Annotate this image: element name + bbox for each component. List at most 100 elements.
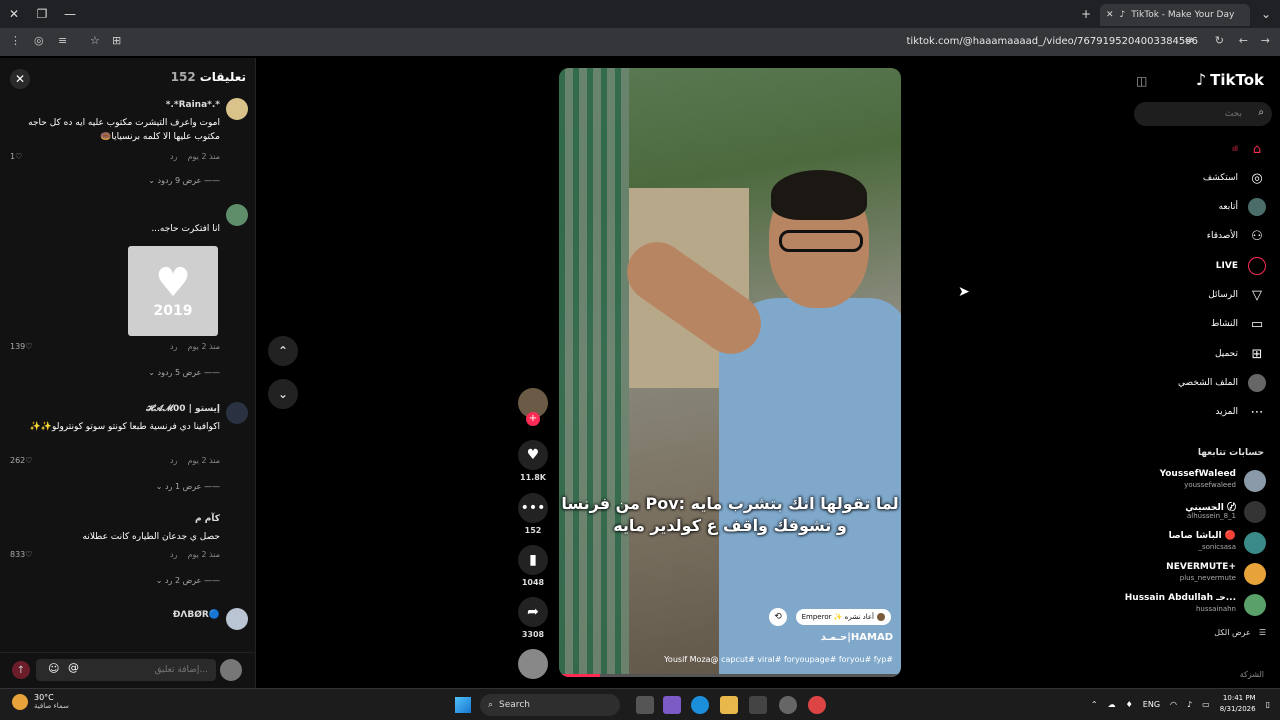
chrome-browser-icon[interactable] xyxy=(808,696,826,714)
video-player[interactable]: لما تقولها انك بتشرب مايه :Pov من فرنسا … xyxy=(559,68,901,677)
url-field[interactable]: tiktok.com/@haaamaaaad_/video/7679195204… xyxy=(907,36,1198,47)
comment-icon[interactable]: ••• xyxy=(518,493,548,523)
volume-icon[interactable]: ♪ xyxy=(1187,700,1192,709)
emoji-icon[interactable]: ☺ xyxy=(48,662,59,675)
comment-like-button[interactable]: 139♡ xyxy=(10,342,32,351)
bookmark-icon[interactable]: ▮ xyxy=(518,545,548,575)
taskbar-search[interactable]: ⌕ Search xyxy=(480,694,620,716)
comment-author[interactable]: إيستو | 𝓗𝓐𝓜00 xyxy=(146,404,220,414)
bookmark-star-icon[interactable]: ☆ xyxy=(90,34,100,47)
translate-icon[interactable]: ⊞ xyxy=(112,34,121,47)
nav-upload[interactable]: تحميل ⊞ xyxy=(1136,343,1266,365)
notifications-icon[interactable]: ▯ xyxy=(1266,700,1270,709)
browser-tab[interactable]: ✕ ♪ TikTok - Make Your Day xyxy=(1100,4,1250,26)
nav-friends[interactable]: الأصدقاء ⚇ xyxy=(1136,225,1266,247)
following-account-item[interactable]: NEVERMUTE+ plus_nevermute xyxy=(1126,561,1266,587)
clock[interactable]: 10:41 PM 8/31/2026 xyxy=(1220,693,1256,715)
collapse-sidebar-icon[interactable]: ◫ xyxy=(1136,74,1147,88)
avatar[interactable] xyxy=(226,204,248,226)
mention-icon[interactable]: @ xyxy=(68,661,79,674)
nav-explore[interactable]: استكشف ◎ xyxy=(1136,167,1266,189)
repost-badge[interactable]: Emperor ✨ أعاد نشره xyxy=(795,609,891,625)
company-link[interactable]: الشركة xyxy=(1240,670,1264,679)
nav-following[interactable]: أتابعه xyxy=(1136,196,1266,218)
close-comments-button[interactable]: ✕ xyxy=(10,69,30,89)
nav-live[interactable]: LIVE xyxy=(1136,255,1266,277)
close-window-icon[interactable]: ✕ xyxy=(0,0,28,28)
new-tab-icon[interactable]: + xyxy=(1072,0,1100,28)
comment-author[interactable]: كآم م xyxy=(195,514,220,524)
task-view-icon[interactable] xyxy=(636,696,654,714)
view-replies-button[interactable]: —— عرض 1 رد ⌄ xyxy=(156,482,220,491)
comment-input[interactable] xyxy=(36,659,216,681)
video-progress-bar[interactable] xyxy=(559,674,901,677)
avatar[interactable] xyxy=(226,98,248,120)
send-comment-button[interactable]: ↑ xyxy=(12,661,30,679)
music-disc-icon[interactable] xyxy=(518,649,548,679)
show-all-button[interactable]: عرض الكل ☰ xyxy=(1214,628,1266,637)
follow-plus-icon[interactable]: + xyxy=(526,412,540,426)
comment-author[interactable]: *.*Raina*.* xyxy=(166,100,220,110)
nav-profile[interactable]: الملف الشخصي xyxy=(1136,372,1266,394)
following-account-item[interactable]: Hussain Abdullah حـ... hussainahn xyxy=(1125,592,1266,618)
nav-activity[interactable]: النشاط ▭ xyxy=(1136,313,1266,335)
settings-icon[interactable] xyxy=(779,696,797,714)
heart-icon[interactable]: ♥ xyxy=(518,440,548,470)
repost-icon[interactable]: ⟲ xyxy=(769,608,787,626)
avatar[interactable] xyxy=(226,402,248,424)
minimize-window-icon[interactable]: — xyxy=(56,0,84,28)
tune-icon[interactable]: ⇌ xyxy=(1185,34,1194,47)
store-icon[interactable] xyxy=(749,696,767,714)
widgets-icon[interactable] xyxy=(663,696,681,714)
comment-author[interactable]: 🔵ĐΛBØR xyxy=(173,610,220,620)
following-account-item[interactable]: YoussefWaleed youssefwaleed xyxy=(1126,468,1266,494)
view-replies-button[interactable]: —— عرض 9 ردود ⌄ xyxy=(148,176,220,185)
back-icon[interactable]: → xyxy=(1261,34,1270,47)
creator-avatar-button[interactable]: + xyxy=(517,388,549,426)
reply-button[interactable]: رد xyxy=(170,456,177,465)
nav-home[interactable]: ıll ⌂ xyxy=(1136,138,1266,160)
tab-search-icon[interactable]: ⌄ xyxy=(1252,0,1280,28)
like-button[interactable]: ♥ 11.8K xyxy=(517,440,549,482)
nav-messages[interactable]: الرسائل ▽ xyxy=(1136,284,1266,306)
search-icon[interactable]: ⌕ xyxy=(1258,107,1264,118)
save-button[interactable]: ▮ 1048 xyxy=(517,545,549,587)
video-hashtags[interactable]: Yousif Moza@ capcut# viral# foryoupage# … xyxy=(664,655,893,664)
start-button[interactable] xyxy=(455,697,471,713)
tray-chevron-icon[interactable]: ⌃ xyxy=(1091,700,1098,709)
wifi-icon[interactable]: ◠ xyxy=(1170,700,1177,709)
microphone-icon[interactable]: ♦ xyxy=(1126,700,1133,709)
comment-like-button[interactable]: 1♡ xyxy=(10,152,22,161)
following-account-item[interactable]: الحسيني 〄 alhussein_8_1 xyxy=(1126,499,1266,525)
nav-more[interactable]: المزيد ⋯ xyxy=(1136,401,1266,423)
file-explorer-icon[interactable] xyxy=(720,696,738,714)
music-disc-button[interactable] xyxy=(517,649,549,679)
edge-browser-icon[interactable] xyxy=(691,696,709,714)
reading-list-icon[interactable]: ≡ xyxy=(58,34,67,47)
share-button[interactable]: ➦ 3308 xyxy=(517,597,549,639)
restore-window-icon[interactable]: ❐ xyxy=(28,0,56,28)
share-icon[interactable]: ➦ xyxy=(518,597,548,627)
menu-icon[interactable]: ⋮ xyxy=(10,34,21,47)
view-replies-button[interactable]: —— عرض 2 رد ⌄ xyxy=(156,576,220,585)
reply-button[interactable]: رد xyxy=(170,550,177,559)
next-video-button[interactable]: ⌄ xyxy=(268,379,298,409)
search-input[interactable] xyxy=(1134,102,1272,126)
reload-icon[interactable]: ↻ xyxy=(1215,34,1224,47)
comment-button[interactable]: ••• 152 xyxy=(517,493,549,535)
account-icon[interactable]: ◎ xyxy=(34,34,44,47)
language-indicator[interactable]: ENG xyxy=(1143,700,1160,709)
previous-video-button[interactable]: ⌃ xyxy=(268,336,298,366)
battery-icon[interactable]: ▭ xyxy=(1202,700,1210,709)
tab-close-icon[interactable]: ✕ xyxy=(1106,10,1114,20)
forward-icon[interactable]: ← xyxy=(1239,34,1248,47)
reply-button[interactable]: رد xyxy=(170,342,177,351)
avatar[interactable] xyxy=(226,608,248,630)
weather-widget[interactable]: 30°C سماء صافية xyxy=(12,693,69,710)
following-account-item[interactable]: الباشا صاصا 🔴 _sonicsasa xyxy=(1126,530,1266,556)
tiktok-logo[interactable]: ♪ TikTok xyxy=(1196,70,1264,89)
comment-like-button[interactable]: 262♡ xyxy=(10,456,32,465)
comment-like-button[interactable]: 833♡ xyxy=(10,550,32,559)
reply-button[interactable]: رد xyxy=(170,152,177,161)
view-replies-button[interactable]: —— عرض 5 ردود ⌄ xyxy=(148,368,220,377)
